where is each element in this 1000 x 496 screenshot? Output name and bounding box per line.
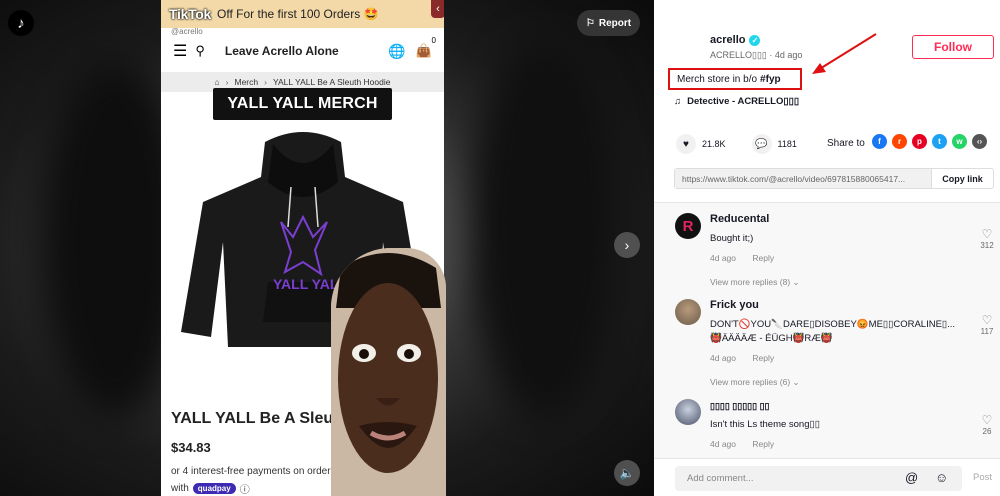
comment-like[interactable]: ♡ 26	[977, 413, 997, 436]
commenter-avatar[interactable]	[675, 399, 701, 425]
flag-icon: ⚐	[585, 17, 595, 29]
breadcrumb-separator: ›	[225, 77, 229, 87]
home-icon: ⌂	[214, 77, 220, 87]
post-button[interactable]: Post	[973, 472, 992, 483]
product-title: YALL YALL Be A Sleuth	[171, 410, 349, 427]
reply-button[interactable]: Reply	[752, 253, 774, 263]
mention-icon[interactable]: @	[905, 470, 918, 485]
comment-item: R Reducental Bought it;) 4d ago Reply ♡ …	[675, 213, 995, 303]
whatsapp-icon[interactable]: w	[952, 134, 967, 149]
product-price: $34.83	[171, 440, 211, 455]
engagement-stats: ♥ 21.8K 💬 1181	[676, 134, 797, 154]
reply-button[interactable]: Reply	[752, 439, 774, 449]
bag-count: 0	[431, 36, 436, 45]
video-player[interactable]: ♪ ⚐ Report › 🔈 TikTok Off For the first …	[0, 0, 654, 496]
search-icon: ⚲	[195, 43, 205, 58]
hashtag-link[interactable]: #fyp	[760, 74, 781, 85]
music-track[interactable]: ♫ Detective - ACRELLO▯▯▯	[674, 96, 799, 107]
installments-text: or 4 interest-free payments on orders	[171, 466, 336, 477]
view-more-replies[interactable]: View more replies (6) ⌄	[710, 377, 800, 388]
installments-provider: with quadpay ⓘ	[171, 483, 250, 496]
annotation-arrow	[812, 33, 877, 74]
share-label: Share to	[827, 138, 865, 149]
speaker-icon: 🔈	[619, 466, 635, 480]
author-name[interactable]: acrello ✓	[710, 34, 761, 46]
verified-badge-icon: ✓	[749, 34, 761, 46]
facebook-icon[interactable]: f	[872, 134, 887, 149]
tiktok-logo-icon[interactable]: ♪	[8, 10, 34, 36]
globe-icon: 🌐	[388, 42, 406, 59]
comment-text: DON'T🚫YOU🔪DARE▯DISOBEY😡ME▯▯CORALINE▯... …	[710, 319, 956, 344]
video-url[interactable]: https://www.tiktok.com/@acrello/video/69…	[675, 169, 931, 188]
music-note-icon: ♫	[674, 96, 682, 107]
breadcrumb-merch: Merch	[234, 77, 259, 87]
video-details-panel: acrello ✓ ACRELLO▯▯▯ · 4d ago Follow Mer…	[654, 0, 1000, 496]
background-blur	[470, 40, 620, 420]
share-icons: f r p t w ‹›	[872, 134, 987, 149]
watermark-handle: @acrello	[171, 27, 203, 36]
breadcrumb-product: YALL YALL Be A Sleuth Hoodie	[272, 77, 391, 87]
comment-item: Frick you DON'T🚫YOU🔪DARE▯DISOBEY😡ME▯▯COR…	[675, 299, 995, 389]
promo-bar: TikTok Off For the first 100 Orders 🤩 ‹	[161, 0, 444, 28]
creator-face	[331, 248, 446, 496]
video-link-box: https://www.tiktok.com/@acrello/video/69…	[674, 168, 994, 189]
emoji-icon[interactable]: ☺	[935, 470, 948, 485]
heart-icon[interactable]: ♥	[676, 134, 696, 154]
commenter-avatar[interactable]: R	[675, 213, 701, 239]
comment-like[interactable]: ♡ 117	[977, 313, 997, 336]
comment-bar: Add comment... @ ☺ Post	[654, 458, 1000, 496]
chevron-right-icon: ›	[624, 237, 630, 253]
reply-button[interactable]: Reply	[752, 353, 774, 363]
store-name: Leave Acrello Alone	[224, 44, 339, 58]
chevron-down-icon: ⌄	[792, 277, 800, 287]
shopping-bag-icon: 👜 0	[415, 36, 436, 58]
store-header: ☰ ⚲ Leave Acrello Alone 🌐 👜 0	[161, 32, 444, 70]
comment-username[interactable]: ▯▯▯▯ ▯▯▯▯▯ ▯▯	[710, 401, 769, 412]
chevron-down-icon: ⌄	[792, 377, 800, 387]
like-count: 21.8K	[702, 139, 726, 149]
heart-outline-icon: ♡	[981, 227, 993, 241]
comment-meta: 4d ago Reply	[710, 253, 775, 263]
report-label: Report	[598, 17, 632, 29]
comment-text: Isn't this Ls theme song▯▯	[710, 419, 820, 430]
comment-item: ▯▯▯▯ ▯▯▯▯▯ ▯▯ Isn't this Ls theme song▯▯…	[675, 399, 995, 458]
embed-icon[interactable]: ‹›	[972, 134, 987, 149]
comment-input[interactable]: Add comment...	[675, 466, 962, 491]
promo-text: Off For the first 100 Orders 🤩	[217, 7, 379, 21]
comment-meta: 4d ago Reply	[710, 353, 775, 363]
view-more-replies[interactable]: View more replies (8) ⌄	[710, 277, 800, 288]
video-description: Merch store in b/o #fyp	[668, 68, 802, 90]
merch-caption: YALL YALL MERCH	[213, 88, 392, 120]
music-title: Detective - ACRELLO▯▯▯	[687, 96, 800, 107]
info-icon: ⓘ	[239, 485, 250, 496]
quadpay-badge: quadpay	[192, 483, 236, 494]
chevron-left-icon: ‹	[431, 0, 444, 18]
twitter-icon[interactable]: t	[932, 134, 947, 149]
comment-username[interactable]: Reducental	[710, 213, 769, 225]
reddit-icon[interactable]: r	[892, 134, 907, 149]
comments-list[interactable]: R Reducental Bought it;) 4d ago Reply ♡ …	[654, 202, 1000, 458]
author-avatar[interactable]	[672, 30, 706, 64]
report-button[interactable]: ⚐ Report	[577, 10, 640, 36]
pinterest-icon[interactable]: p	[912, 134, 927, 149]
heart-outline-icon: ♡	[981, 413, 993, 427]
commenter-avatar[interactable]	[675, 299, 701, 325]
comment-icon[interactable]: 💬	[751, 134, 772, 154]
next-video-button[interactable]: ›	[614, 232, 640, 258]
copy-link-button[interactable]: Copy link	[931, 169, 993, 188]
comment-meta: 4d ago Reply	[710, 439, 775, 449]
breadcrumb-separator: ›	[264, 77, 267, 87]
comment-text: Bought it;)	[710, 233, 754, 244]
comment-username[interactable]: Frick you	[710, 299, 759, 311]
hamburger-menu-icon: ☰	[173, 43, 188, 60]
tiktok-watermark: TikTok	[169, 6, 212, 22]
comment-like[interactable]: ♡ 312	[977, 227, 997, 250]
heart-outline-icon: ♡	[981, 313, 993, 327]
comment-count: 1181	[777, 139, 797, 149]
author-subtitle: ACRELLO▯▯▯ · 4d ago	[710, 50, 803, 60]
mute-button[interactable]: 🔈	[614, 460, 640, 486]
follow-button[interactable]: Follow	[912, 35, 994, 59]
